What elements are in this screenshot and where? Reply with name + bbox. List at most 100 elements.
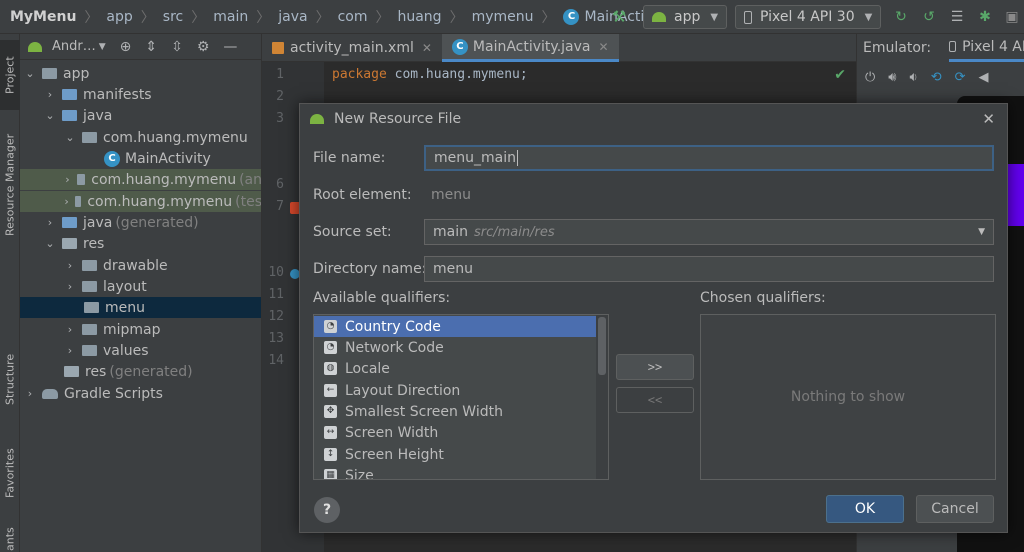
rotate-left-icon[interactable]: ⟲ (931, 70, 942, 85)
locate-file-icon[interactable]: ⊕ (120, 39, 132, 55)
qualifier-list-scrollbar[interactable] (596, 315, 608, 479)
scrollbar-thumb[interactable] (598, 317, 606, 375)
tree-item-suffix: (tes (235, 193, 262, 210)
attach-debugger-icon[interactable]: ▣ (1003, 8, 1021, 26)
tree-item-java[interactable]: ⌄ java (20, 105, 261, 126)
tree-item-label: com.huang.mymenu (87, 193, 233, 210)
check-icon[interactable]: ✔ (834, 67, 846, 83)
rotate-right-icon[interactable]: ⟳ (955, 70, 966, 85)
tree-item-label: menu (105, 299, 145, 316)
line-number: 12 (268, 309, 284, 324)
chevron-down-icon[interactable]: ▼ (99, 42, 106, 52)
breadcrumb-com[interactable]: com (338, 9, 368, 25)
remove-qualifier-button[interactable]: << (616, 387, 694, 413)
gear-icon[interactable]: ⚙ (197, 39, 210, 55)
project-tool-tab[interactable]: Project (0, 40, 20, 110)
available-qualifiers-list[interactable]: ◔ Country Code ◔ Network Code ◍ Locale ← Lay… (313, 314, 609, 480)
tree-item-layout[interactable]: › layout (20, 276, 261, 297)
breadcrumb-project[interactable]: MyMenu (10, 9, 76, 25)
tree-item-res-generated[interactable]: res (generated) (20, 361, 261, 382)
directory-name-input[interactable]: menu (424, 256, 994, 282)
expand-all-icon[interactable]: ⇕ (145, 39, 157, 55)
resource-folder-icon (62, 238, 77, 249)
help-button[interactable]: ? (314, 497, 340, 523)
qualifier-smallest-screen-width[interactable]: ✥ Smallest Screen Width (314, 401, 608, 422)
qualifier-screen-height[interactable]: ↕ Screen Height (314, 444, 608, 465)
chosen-qualifiers-list[interactable]: Nothing to show (700, 314, 996, 480)
breadcrumb-java[interactable]: java (278, 9, 307, 25)
collapse-all-icon[interactable]: ⇳ (171, 39, 183, 55)
power-icon[interactable]: ⏻ (865, 70, 875, 85)
breadcrumb-mymenu[interactable]: mymenu (472, 9, 534, 25)
file-name-input[interactable]: menu_main (424, 145, 994, 171)
build-hammer-icon[interactable]: ⚒ (612, 7, 632, 27)
tab-mainactivity-java[interactable]: C MainActivity.java ✕ (441, 34, 619, 62)
layout-file-icon (272, 42, 284, 54)
structure-tool-tab[interactable]: Structure (0, 344, 20, 414)
back-icon[interactable]: ◀ (979, 70, 989, 85)
tree-item-package[interactable]: ⌄ com.huang.mymenu (20, 127, 261, 148)
emulator-device-tab[interactable]: Pixel 4 API (949, 34, 1024, 62)
chevron-right-icon: › (67, 259, 73, 272)
tree-item-package-androidtest[interactable]: › com.huang.mymenu (an (20, 169, 261, 190)
tree-item-res[interactable]: ⌄ res (20, 233, 261, 254)
tree-item-mipmap[interactable]: › mipmap (20, 319, 261, 340)
android-icon (310, 114, 324, 124)
qualifier-screen-width[interactable]: ↔ Screen Width (314, 422, 608, 443)
close-icon[interactable]: ✕ (422, 41, 432, 55)
ok-button[interactable]: OK (826, 495, 904, 523)
tree-item-values[interactable]: › values (20, 340, 261, 361)
phone-icon (744, 10, 752, 24)
breadcrumb-module[interactable]: app (106, 9, 132, 25)
volume-down-icon[interactable]: 🔉︎ (910, 70, 918, 85)
apply-code-changes-icon[interactable]: ↺ (920, 8, 938, 26)
tree-item-app[interactable]: ⌄ app (20, 63, 261, 84)
qualifier-layout-direction[interactable]: ← Layout Direction (314, 380, 608, 401)
chevron-down-icon: ⌄ (45, 237, 55, 250)
logcat-icon[interactable]: ☰ (948, 8, 966, 26)
folder-icon (82, 260, 97, 271)
hide-panel-icon[interactable]: — (223, 39, 237, 55)
source-set-select[interactable]: main src/main/res ▼ (424, 219, 994, 245)
emulator-toolbar: ⏻ 🔊︎ 🔉︎ ⟲ ⟳ ◀ (857, 62, 1024, 92)
tree-item-manifests[interactable]: › manifests (20, 84, 261, 105)
file-name-value: menu_main (434, 150, 516, 166)
device-selector[interactable]: Pixel 4 API 30 ▼ (735, 5, 882, 29)
tab-label: activity_main.xml (290, 40, 414, 56)
project-view-selector[interactable]: Andr… (52, 39, 96, 54)
cancel-button[interactable]: Cancel (916, 495, 994, 523)
tree-item-package-test[interactable]: › com.huang.mymenu (tes (20, 191, 262, 212)
tab-activity-main-xml[interactable]: activity_main.xml ✕ (262, 34, 442, 62)
breadcrumb-huang[interactable]: huang (397, 9, 441, 25)
smallest-width-icon: ✥ (324, 405, 337, 418)
close-icon[interactable]: ✕ (599, 40, 609, 54)
directory-name-value: menu (433, 261, 473, 277)
volume-up-icon[interactable]: 🔊︎ (888, 70, 896, 85)
debug-bug-icon[interactable]: ✱ (976, 8, 994, 26)
tree-item-label: java (83, 214, 113, 231)
breadcrumb-main[interactable]: main (213, 9, 248, 25)
chevron-right-icon: › (27, 387, 33, 400)
tree-item-drawable[interactable]: › drawable (20, 255, 261, 276)
breadcrumb-separator: 〉 (449, 9, 464, 26)
qualifier-size[interactable]: ▦ Size (314, 465, 608, 479)
resource-manager-tool-tab[interactable]: Resource Manager (0, 120, 20, 250)
tree-item-label: drawable (103, 257, 168, 274)
variants-tool-tab[interactable]: ants (0, 526, 20, 552)
qualifier-locale[interactable]: ◍ Locale (314, 358, 608, 379)
qualifier-network-code[interactable]: ◔ Network Code (314, 337, 608, 358)
apply-changes-icon[interactable]: ↻ (892, 8, 910, 26)
tree-item-mainactivity[interactable]: C MainActivity (20, 148, 261, 169)
favorites-tool-tab[interactable]: Favorites (0, 434, 20, 512)
add-qualifier-button[interactable]: >> (616, 354, 694, 380)
close-icon[interactable]: ✕ (982, 110, 995, 128)
qualifier-country-code[interactable]: ◔ Country Code (314, 316, 596, 337)
run-config-selector[interactable]: app ▼ (643, 5, 728, 29)
tree-item-gradle-scripts[interactable]: › Gradle Scripts (20, 383, 261, 404)
tree-item-menu[interactable]: menu (20, 297, 261, 318)
breadcrumb-separator: 〉 (541, 9, 556, 26)
breadcrumb-src[interactable]: src (163, 9, 183, 25)
dialog-title-bar: New Resource File (300, 104, 1007, 134)
tree-item-java-generated[interactable]: › java (generated) (20, 212, 261, 233)
qualifier-label: Screen Width (345, 424, 439, 441)
